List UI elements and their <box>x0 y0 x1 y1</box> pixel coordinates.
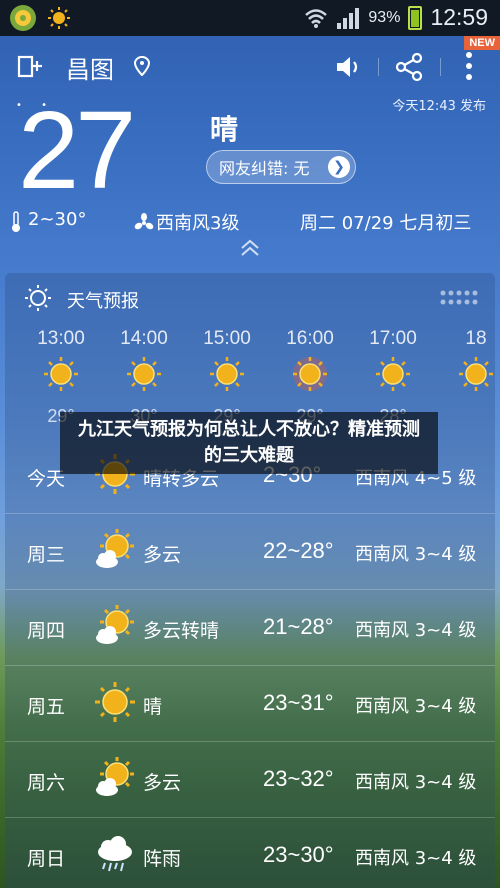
report-error-label: 网友纠错: 无 <box>219 159 310 178</box>
signal-icon <box>337 7 360 29</box>
app-notification-icon <box>10 5 36 31</box>
sun-icon <box>459 357 493 391</box>
day-name: 周四 <box>27 620 66 642</box>
battery-icon <box>408 5 423 30</box>
partly-cloudy-icon <box>96 529 134 568</box>
wifi-icon <box>305 8 328 28</box>
current-info-row: 2~30° 西南风3级 周二 07/29 七月初三 <box>0 206 500 238</box>
day-condition: 晴 <box>143 696 163 718</box>
day-name: 周三 <box>27 544 66 566</box>
status-bar: 93% 12:59 <box>0 0 500 36</box>
list-item[interactable]: 周三 多云 22~28° 西南风 3~4 级 <box>5 514 495 590</box>
list-item[interactable]: 周五 晴 23~31° 西南风 3~4 级 <box>5 666 495 742</box>
sun-icon <box>210 357 244 391</box>
weather-notification-icon <box>46 5 72 31</box>
rain-icon <box>98 836 132 872</box>
thermometer-icon <box>12 211 20 232</box>
day-temp-range: 22~28° <box>263 538 334 563</box>
list-item[interactable]: 周六 多云 23~32° 西南风 3~4 级 <box>5 742 495 818</box>
hour-time: 13:00 <box>37 328 85 349</box>
chevron-right-icon: ❯ <box>328 156 350 178</box>
current-temperature: 27 <box>18 89 136 212</box>
day-condition: 多云转晴 <box>143 620 220 642</box>
wind-info: 西南风3级 <box>156 213 240 234</box>
date-info: 周二 07/29 七月初三 <box>300 213 472 234</box>
chevron-up-icon[interactable] <box>238 238 262 258</box>
hour-time: 18 <box>465 328 487 349</box>
day-wind: 西南风 3~4 级 <box>355 620 477 641</box>
day-condition: 多云 <box>143 544 182 566</box>
day-name: 周日 <box>27 848 66 870</box>
grid-dots-icon[interactable] <box>439 289 479 307</box>
report-error-button[interactable]: 网友纠错: 无 ❯ <box>206 150 356 184</box>
clock: 12:59 <box>430 4 488 30</box>
list-item[interactable]: 周日 阵雨 23~30° 西南风 3~4 级 <box>5 818 495 888</box>
notification-icons <box>10 5 72 31</box>
day-temp-range: 21~28° <box>263 614 334 639</box>
sun-icon <box>127 357 161 391</box>
publish-time: 今天12:43 发布 <box>392 99 486 114</box>
forecast-panel-header: 天气预报 <box>5 273 495 323</box>
day-temp-range: 23~31° <box>263 690 334 715</box>
hour-time: 14:00 <box>120 328 168 349</box>
share-icon[interactable] <box>394 52 424 82</box>
speaker-icon[interactable] <box>334 53 362 81</box>
sun-icon <box>95 682 135 722</box>
hour-time: 17:00 <box>369 328 417 349</box>
forecast-panel: 天气预报 13:00 29° 14:00 30° 15:00 29° 16:00… <box>5 273 495 888</box>
sun-icon <box>44 357 78 391</box>
location-pin-icon <box>134 56 150 76</box>
hour-time: 15:00 <box>203 328 251 349</box>
more-options-icon[interactable] <box>462 50 476 82</box>
partly-cloudy-icon <box>96 757 134 796</box>
wind-fan-icon <box>134 213 154 230</box>
hour-time: 16:00 <box>286 328 334 349</box>
battery-percent: 93% <box>368 8 401 26</box>
toolbar-divider <box>378 58 379 76</box>
top-bar: 昌图 <box>0 44 500 88</box>
day-wind: 西南风 3~4 级 <box>355 772 477 793</box>
day-name: 周六 <box>27 772 66 794</box>
sun-outline-icon <box>25 285 51 311</box>
day-wind: 西南风 3~4 级 <box>355 848 477 869</box>
hour-item: 18 <box>436 328 495 406</box>
day-temp-range: 23~32° <box>263 766 334 791</box>
day-condition: 阵雨 <box>143 848 182 870</box>
partly-cloudy-icon <box>96 605 134 644</box>
caption-text: 九江天气预报为何总让人不放心？精准预测的三大难题 <box>78 419 420 466</box>
day-name: 周五 <box>27 696 66 718</box>
toolbar-divider <box>440 58 441 76</box>
temperature-range: 2~30° <box>28 209 87 230</box>
sun-icon <box>293 357 327 391</box>
day-wind: 西南风 3~4 级 <box>355 696 477 717</box>
list-item[interactable]: 周四 多云转晴 21~28° 西南风 3~4 级 <box>5 590 495 666</box>
day-condition: 多云 <box>143 772 182 794</box>
day-temp-range: 23~30° <box>263 842 334 867</box>
forecast-title: 天气预报 <box>67 291 139 312</box>
city-name[interactable]: 昌图 <box>66 50 114 85</box>
caption-overlay: 九江天气预报为何总让人不放心？精准预测的三大难题 <box>60 412 438 474</box>
current-condition: 晴 <box>210 113 239 146</box>
add-city-icon[interactable] <box>16 52 44 80</box>
sun-icon <box>376 357 410 391</box>
day-wind: 西南风 3~4 级 <box>355 544 477 565</box>
